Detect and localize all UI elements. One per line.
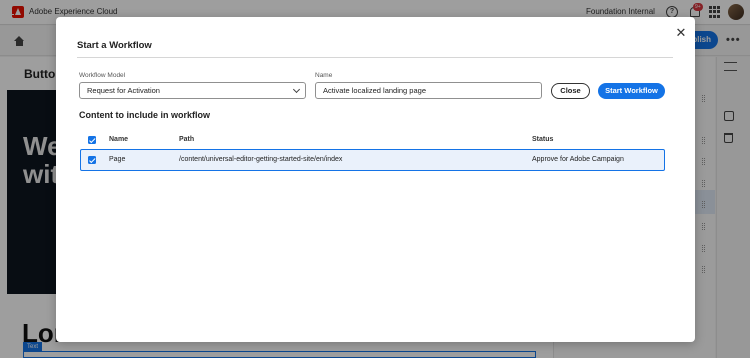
start-workflow-button[interactable]: Start Workflow	[598, 83, 665, 99]
column-header-status: Status	[532, 136, 554, 143]
row-checkbox[interactable]	[88, 156, 96, 164]
row-path: /content/universal-editor-getting-starte…	[179, 156, 343, 163]
divider	[77, 57, 673, 58]
name-field[interactable]: Activate localized landing page	[315, 82, 542, 99]
dialog-title: Start a Workflow	[77, 40, 152, 51]
workflow-model-value: Request for Activation	[87, 86, 160, 95]
column-header-path: Path	[179, 136, 195, 143]
close-button[interactable]: Close	[551, 83, 590, 99]
name-label: Name	[315, 72, 333, 79]
workflow-model-label: Workflow Model	[79, 72, 126, 79]
column-header-name: Name	[109, 136, 129, 143]
chevron-down-icon	[292, 85, 301, 94]
close-icon[interactable]: ✕	[674, 26, 688, 40]
row-name: Page	[109, 156, 126, 163]
workflow-model-select[interactable]: Request for Activation	[79, 82, 306, 99]
content-section-heading: Content to include in workflow	[79, 110, 210, 120]
select-all-checkbox[interactable]	[88, 136, 96, 144]
start-workflow-dialog: Start a Workflow ✕ Workflow Model Reques…	[56, 17, 695, 342]
row-status: Approve for Adobe Campaign	[532, 156, 624, 163]
